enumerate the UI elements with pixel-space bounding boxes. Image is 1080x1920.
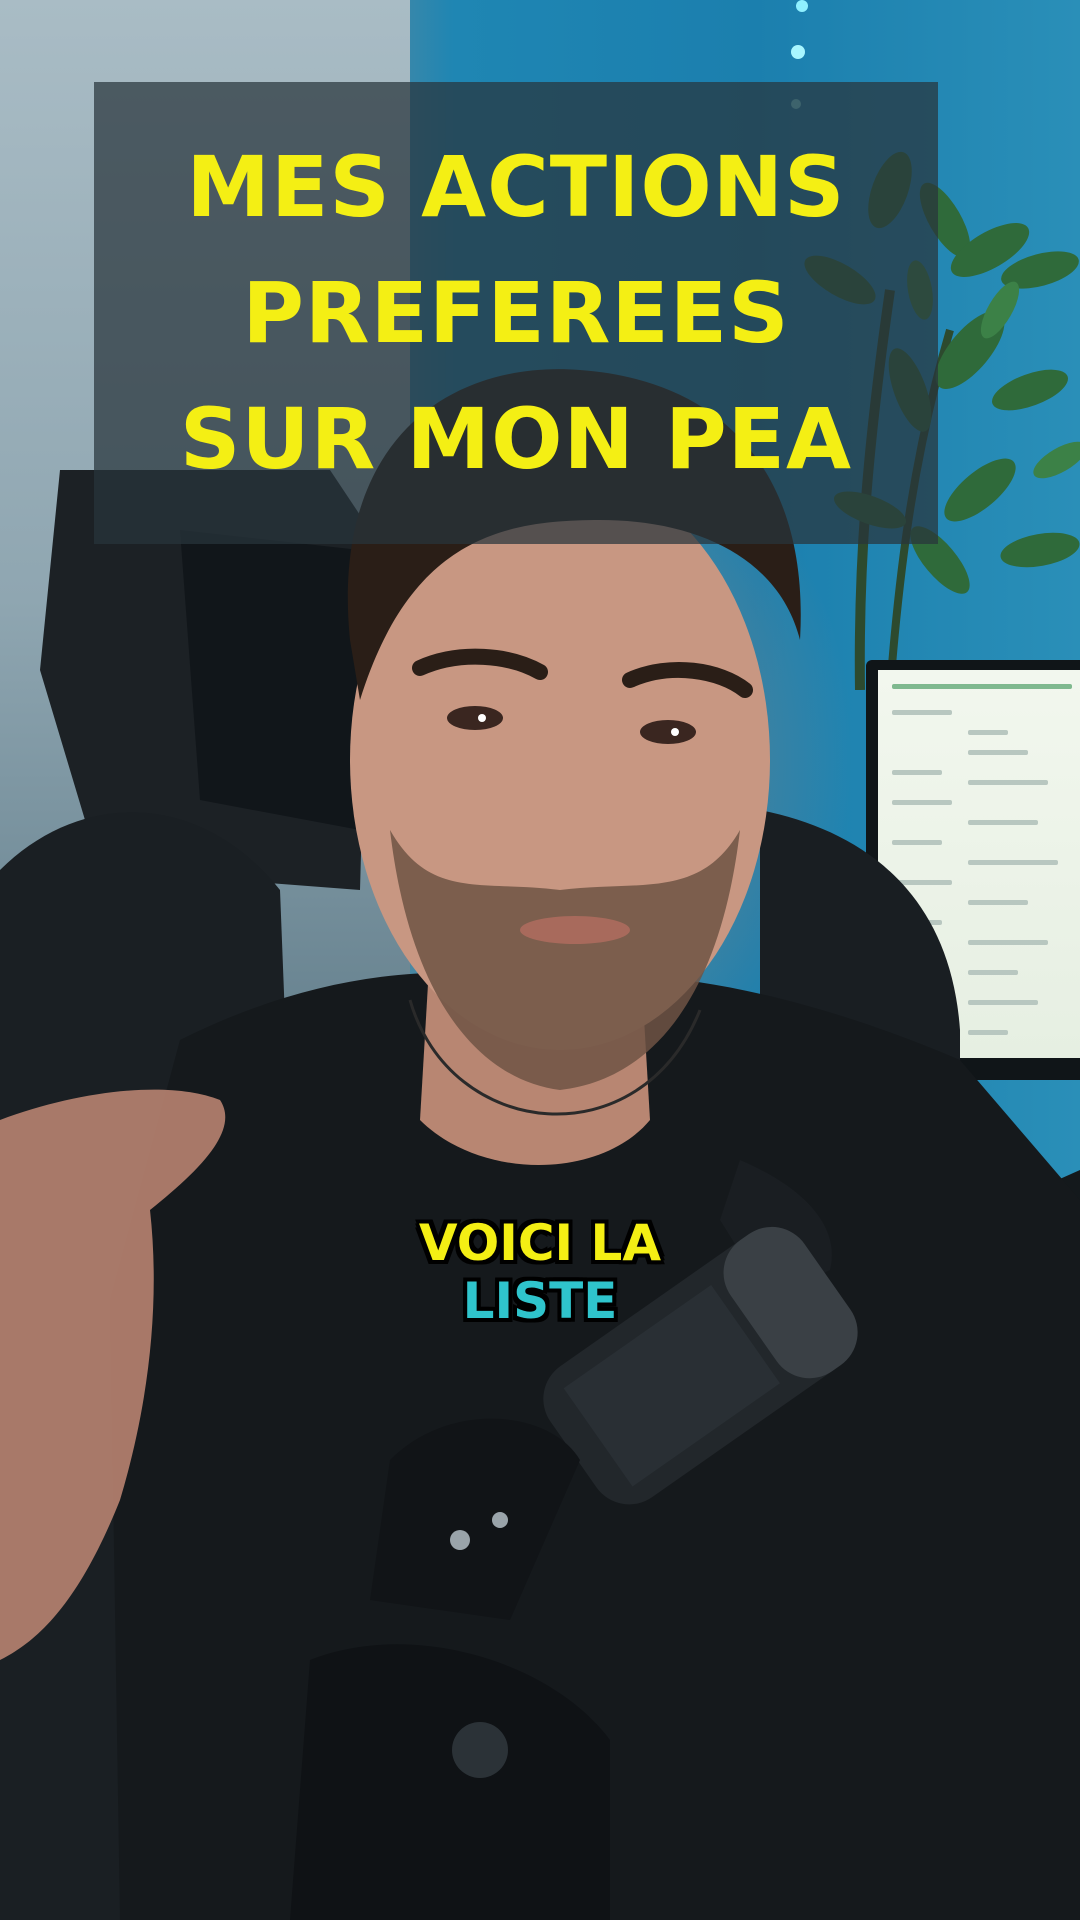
title-line-1: MES ACTIONS: [186, 138, 846, 236]
caption-line-2: LISTE: [462, 1272, 618, 1330]
title-line-2: PREFEREES: [242, 264, 790, 362]
title-overlay: MES ACTIONS PREFEREES SUR MON PEA: [94, 82, 938, 544]
subtitle-caption: VOICI LA LISTE: [290, 1214, 790, 1330]
title-line-3: SUR MON PEA: [179, 390, 853, 488]
video-frame: MES ACTIONS PREFEREES SUR MON PEA VOICI …: [0, 0, 1080, 1920]
caption-line-1: VOICI LA: [418, 1214, 662, 1272]
